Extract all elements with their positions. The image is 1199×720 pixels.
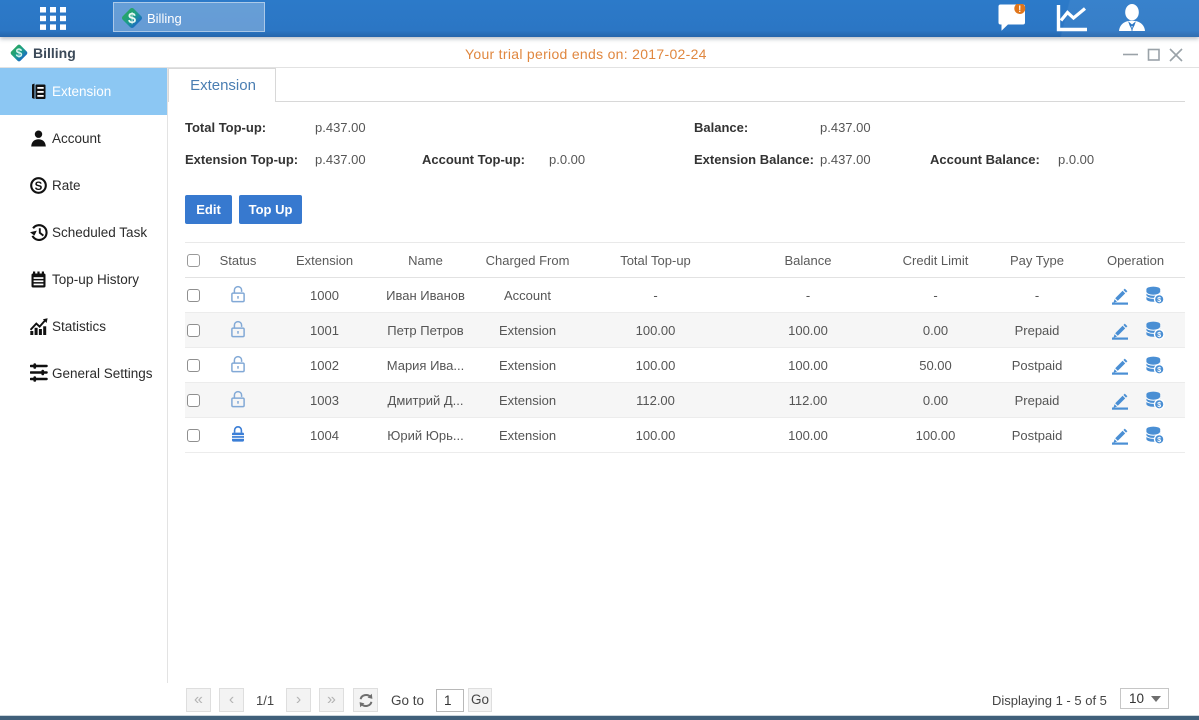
svg-text:$: $ [1157,331,1161,338]
svg-text:$: $ [16,46,23,60]
svg-text:$: $ [1157,296,1161,303]
svg-text:$: $ [128,11,136,27]
svg-text:$: $ [1157,436,1161,443]
svg-text:$: $ [1157,366,1161,373]
svg-text:S: S [35,181,43,193]
svg-text:!: ! [1018,4,1021,14]
svg-text:$: $ [1157,401,1161,408]
